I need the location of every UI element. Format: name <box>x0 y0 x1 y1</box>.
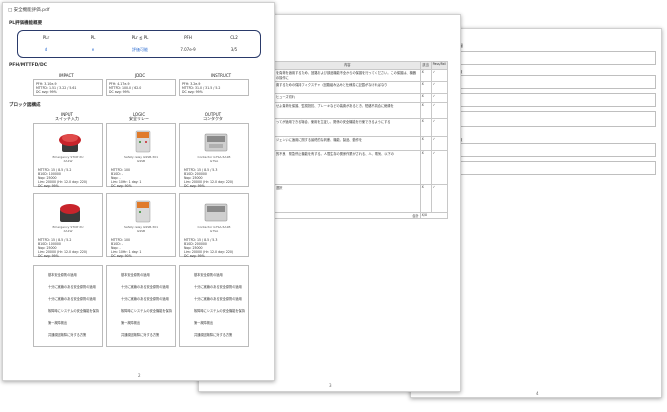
product-caption: Safety relay G9SB-301 G9SB <box>124 155 158 163</box>
page-number: 2 <box>138 373 141 378</box>
std-box: PFH: 4.17e-9 MTTFD: 100.0 / 62.0 DC avg:… <box>106 79 176 96</box>
pill-col-label: CL2 <box>230 35 238 40</box>
product-caption: Emergency STOP XU XA1W <box>52 225 84 233</box>
page3-field <box>456 111 656 127</box>
product-caption: Safety relay G9SB-301 G9SB <box>124 225 158 233</box>
pill-value: 3/5 <box>230 47 238 52</box>
section-title-block: ブロック図構成 <box>9 103 41 108</box>
std-box: PFH: 3.10e-9 MTTFD: 1.51 / 3.22 / 5.61 D… <box>33 79 103 96</box>
pill-col-label: PLr ≦ PL <box>131 35 149 40</box>
requirement-list: 基本安全原則の適用 十分に実績のある安全原則の適用 十分に実績のある安全原則の適… <box>33 265 103 347</box>
col-header-passfail: Pass/Fail <box>430 61 449 70</box>
emergency-stop-image <box>59 134 81 152</box>
page-number: 4 <box>536 391 539 396</box>
pill-value: e <box>91 47 95 52</box>
section-title-pl: PL評価機能概要 <box>9 21 43 26</box>
page3-field <box>456 51 656 65</box>
product-card: Emergency STOP XU XA1W MTTFD: 15 / 8.5 /… <box>33 193 103 258</box>
contactor-image <box>204 133 228 152</box>
table-footer-row: 合計 X/X <box>274 212 449 219</box>
product-caption: Contactor G7SA-5A1B G7SA <box>197 155 231 163</box>
page-number: 3 <box>329 383 332 388</box>
pill-col-label: PLr <box>42 35 50 40</box>
block-header: INPUT スイッチ入力 <box>55 112 79 121</box>
std-box: PFH: 3.2e-9 MTTFD: 31.0 / 31.5 / 5.2 DC … <box>179 79 249 96</box>
pill-col-label: PFH <box>184 35 192 40</box>
pill-value: d <box>44 47 48 52</box>
page3-field <box>456 143 656 157</box>
safety-relay-image <box>135 200 151 223</box>
contactor-image <box>204 203 228 222</box>
pill-value: 評価可能 <box>132 47 148 52</box>
section-title-pfh: PFH/MTTFD/DC <box>9 63 47 68</box>
table-row: ジェンいに適用に関する最終的な判断、機能、製品、動作を X ✓ <box>274 136 449 151</box>
table-row: 的不良 緊急停止機能を有する。人間生存の関係作業がされる、人、電気、以下の X ✓ <box>274 150 449 185</box>
product-card: Contactor G7SA-5A1B G7SA MTTFD: 15 / 8.5… <box>179 193 249 258</box>
table-row: せよ負荷を保護、監視抵抗、ブレーキなどの装置があるとき、短絡不具合に絶縁を X ✓ <box>274 102 449 119</box>
pl-summary-panel: PLr PL PLr ≦ PL PFH CL2 d e 評価可能 7.07e-9… <box>17 30 261 58</box>
emergency-stop-image <box>60 204 80 222</box>
std-header: JDDC <box>135 73 146 78</box>
requirement-list: 基本安全原則の適用 十分に実績のある安全原則の適用 十分に実績のある安全原則の適… <box>179 265 249 347</box>
page3-field <box>456 161 656 175</box>
page3-field <box>456 93 656 107</box>
product-card: Contactor G7SA-5A1B G7SA MTTFD: 15 / 8.5… <box>179 123 249 188</box>
table-row: ってが適用できる場合、使用を立証し、関係の安全機能を行使できるようにする X ✓ <box>274 118 449 137</box>
requirement-list: 基本安全原則の適用 十分に実績のある安全原則の適用 十分に実績のある安全原則の適… <box>106 265 176 347</box>
page3-field <box>456 75 656 89</box>
checklist-table: 内容 該当 Pass/Fail を負荷を適用するため、回路および部品機能不全から… <box>274 61 449 219</box>
table-row: 選択 X ✓ <box>274 184 449 213</box>
product-card: Safety relay G9SB-301 G9SB MTTFD: 100 B1… <box>106 123 176 188</box>
safety-relay-image <box>135 130 151 153</box>
block-header: OUTPUT コンタクタ <box>203 112 223 121</box>
std-header: IMPACT <box>59 73 74 78</box>
table-row: 置するための保持フィクスチャ（回路組み込みと仕様書に記載がなければなり X ✓ <box>274 81 449 94</box>
document-page-2: □ 安全機能評価.pdf PL評価機能概要 PLr PL PLr ≦ PL PF… <box>2 2 275 381</box>
product-card: Emergency STOP XU XA1W MTTFD: 15 / 8.5 /… <box>33 123 103 188</box>
product-caption: Contactor G7SA-5A1B G7SA <box>197 225 231 233</box>
col-header-content: 内容 <box>274 61 421 70</box>
std-header: INSTRUCT <box>211 73 232 78</box>
table-row: を負荷を適用するため、回路および部品機能不全からの保護を行ってください。この保護… <box>274 69 449 82</box>
product-caption: Emergency STOP XU XA1W <box>52 155 84 163</box>
pill-value: 7.07e-9 <box>180 47 196 52</box>
col-header-applicable: 該当 <box>419 61 432 70</box>
product-card: Safety relay G9SB-301 G9SB MTTFD: 100 B1… <box>106 193 176 258</box>
file-title: □ 安全機能評価.pdf <box>8 8 50 13</box>
table-row: ヒューズ切れ X ✓ <box>274 93 449 103</box>
pill-col-label: PL <box>90 35 96 40</box>
block-header: LOGIC 安全リレー <box>129 112 149 121</box>
